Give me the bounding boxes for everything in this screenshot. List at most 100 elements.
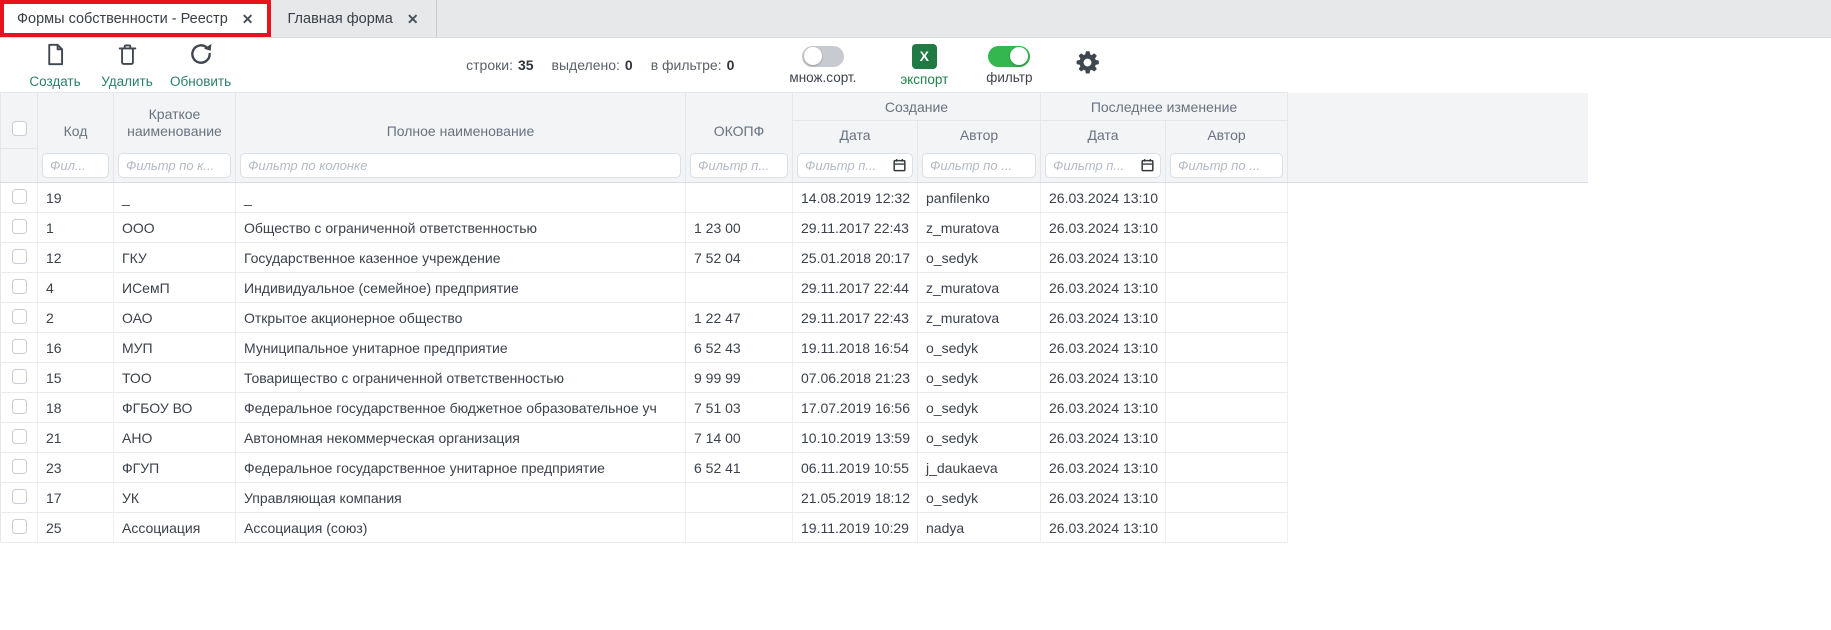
row-checkbox[interactable] bbox=[12, 459, 27, 474]
cell-short-name: ФГБОУ ВО bbox=[114, 393, 236, 423]
created-author-filter-input[interactable] bbox=[922, 153, 1036, 178]
gear-icon bbox=[1074, 49, 1101, 81]
create-button[interactable]: Создать bbox=[26, 42, 84, 89]
table-row[interactable]: 25 Ассоциация Ассоциация (союз) 19.11.20… bbox=[1, 513, 1588, 543]
cell-created-author: o_sedyk bbox=[918, 243, 1041, 273]
column-header-full-name[interactable]: Полное наименование bbox=[236, 93, 686, 149]
cell-modified-author bbox=[1166, 213, 1288, 243]
modified-author-filter-input[interactable] bbox=[1170, 153, 1283, 178]
cell-modified-date: 26.03.2024 13:10 bbox=[1041, 243, 1166, 273]
toggle-knob bbox=[804, 47, 822, 65]
cell-modified-author bbox=[1166, 423, 1288, 453]
row-checkbox[interactable] bbox=[12, 189, 27, 204]
code-filter-input[interactable] bbox=[42, 153, 109, 178]
tab-main-form[interactable]: Главная форма ✕ bbox=[271, 0, 437, 37]
full-name-filter-input[interactable] bbox=[240, 153, 681, 178]
table-row[interactable]: 21 АНО Автономная некоммерческая организ… bbox=[1, 423, 1588, 453]
row-checkbox[interactable] bbox=[12, 279, 27, 294]
multisort-label: множ.сорт. bbox=[789, 70, 856, 85]
new-document-icon bbox=[43, 42, 68, 72]
table-row[interactable]: 18 ФГБОУ ВО Федеральное государственное … bbox=[1, 393, 1588, 423]
cell-created-date: 19.11.2019 10:29 bbox=[793, 513, 918, 543]
cell-short-name: ООО bbox=[114, 213, 236, 243]
row-checkbox[interactable] bbox=[12, 489, 27, 504]
column-header-created-date[interactable]: Дата bbox=[793, 121, 918, 149]
row-checkbox[interactable] bbox=[12, 249, 27, 264]
table-row[interactable]: 15 ТОО Товарищество с ограниченной ответ… bbox=[1, 363, 1588, 393]
cell-created-date: 21.05.2019 18:12 bbox=[793, 483, 918, 513]
filter-cell-created-author bbox=[918, 149, 1041, 183]
cell-okopf: 6 52 43 bbox=[686, 333, 793, 363]
row-spacer-cell bbox=[1288, 513, 1588, 543]
delete-button[interactable]: Удалить bbox=[98, 42, 156, 89]
column-header-modified-date[interactable]: Дата bbox=[1041, 121, 1166, 149]
excel-export-icon[interactable]: X bbox=[912, 44, 937, 69]
rows-counter: строки:35 bbox=[466, 57, 533, 73]
table-row[interactable]: 17 УК Управляющая компания 21.05.2019 18… bbox=[1, 483, 1588, 513]
cell-okopf: 1 23 00 bbox=[686, 213, 793, 243]
table-row[interactable]: 16 МУП Муниципальное унитарное предприят… bbox=[1, 333, 1588, 363]
column-header-created-author[interactable]: Автор bbox=[918, 121, 1041, 149]
tab-close-icon[interactable]: ✕ bbox=[242, 12, 254, 26]
cell-created-date: 17.07.2019 16:56 bbox=[793, 393, 918, 423]
cell-okopf: 7 52 04 bbox=[686, 243, 793, 273]
row-spacer-cell bbox=[1288, 393, 1588, 423]
cell-modified-date: 26.03.2024 13:10 bbox=[1041, 423, 1166, 453]
cell-short-name: ГКУ bbox=[114, 243, 236, 273]
row-checkbox-cell bbox=[1, 243, 38, 273]
row-checkbox-cell bbox=[1, 363, 38, 393]
cell-modified-author bbox=[1166, 183, 1288, 213]
cell-code: 2 bbox=[38, 303, 114, 333]
cell-short-name: Ассоциация bbox=[114, 513, 236, 543]
cell-code: 21 bbox=[38, 423, 114, 453]
short-name-filter-input[interactable] bbox=[118, 153, 231, 178]
table-row[interactable]: 23 ФГУП Федеральное государственное унит… bbox=[1, 453, 1588, 483]
cell-created-author: nadya bbox=[918, 513, 1041, 543]
table-row[interactable]: 4 ИСемП Индивидуальное (семейное) предпр… bbox=[1, 273, 1588, 303]
cell-created-date: 07.06.2018 21:23 bbox=[793, 363, 918, 393]
table-row[interactable]: 1 ООО Общество с ограниченной ответствен… bbox=[1, 213, 1588, 243]
filter-toggle[interactable] bbox=[988, 46, 1030, 67]
column-header-okopf[interactable]: ОКОПФ bbox=[686, 93, 793, 149]
filter-cell-code bbox=[38, 149, 114, 183]
table-row[interactable]: 12 ГКУ Государственное казенное учрежден… bbox=[1, 243, 1588, 273]
table-row[interactable]: 19 _ _ 14.08.2019 12:32 panfilenko 26.03… bbox=[1, 183, 1588, 213]
row-checkbox[interactable] bbox=[12, 309, 27, 324]
cell-created-date: 29.11.2017 22:44 bbox=[793, 273, 918, 303]
okopf-filter-input[interactable] bbox=[690, 153, 788, 178]
row-checkbox[interactable] bbox=[12, 519, 27, 534]
cell-okopf: 1 22 47 bbox=[686, 303, 793, 333]
row-checkbox[interactable] bbox=[12, 429, 27, 444]
tab-forms-of-ownership[interactable]: Формы собственности - Реестр ✕ bbox=[0, 0, 271, 37]
table-row[interactable]: 2 ОАО Открытое акционерное общество 1 22… bbox=[1, 303, 1588, 333]
tab-label: Главная форма bbox=[288, 11, 393, 27]
cell-short-name: ФГУП bbox=[114, 453, 236, 483]
row-spacer-cell bbox=[1288, 363, 1588, 393]
select-all-checkbox[interactable] bbox=[12, 121, 27, 136]
row-checkbox[interactable] bbox=[12, 339, 27, 354]
column-header-modified-author[interactable]: Автор bbox=[1166, 121, 1288, 149]
row-checkbox[interactable] bbox=[12, 399, 27, 414]
row-checkbox[interactable] bbox=[12, 369, 27, 384]
cell-short-name: АНО bbox=[114, 423, 236, 453]
column-header-code[interactable]: Код bbox=[38, 93, 114, 149]
cell-code: 19 bbox=[38, 183, 114, 213]
export-button[interactable]: X экспорт bbox=[900, 44, 948, 87]
tab-close-icon[interactable]: ✕ bbox=[407, 12, 419, 26]
cell-okopf bbox=[686, 183, 793, 213]
cell-full-name: Товарищество с ограниченной ответственно… bbox=[236, 363, 686, 393]
cell-created-date: 25.01.2018 20:17 bbox=[793, 243, 918, 273]
row-counters: строки:35 выделено:0 в фильтре:0 bbox=[466, 57, 734, 73]
row-checkbox[interactable] bbox=[12, 219, 27, 234]
cell-code: 1 bbox=[38, 213, 114, 243]
settings-button[interactable] bbox=[1074, 49, 1101, 81]
cell-short-name: УК bbox=[114, 483, 236, 513]
multisort-toggle[interactable] bbox=[802, 46, 844, 67]
cell-modified-author bbox=[1166, 303, 1288, 333]
calendar-icon[interactable] bbox=[1140, 158, 1155, 173]
refresh-icon bbox=[188, 41, 214, 72]
calendar-icon[interactable] bbox=[892, 158, 907, 173]
row-checkbox-cell bbox=[1, 273, 38, 303]
column-header-short-name[interactable]: Краткое наименование bbox=[114, 93, 236, 149]
refresh-button[interactable]: Обновить bbox=[170, 41, 231, 89]
